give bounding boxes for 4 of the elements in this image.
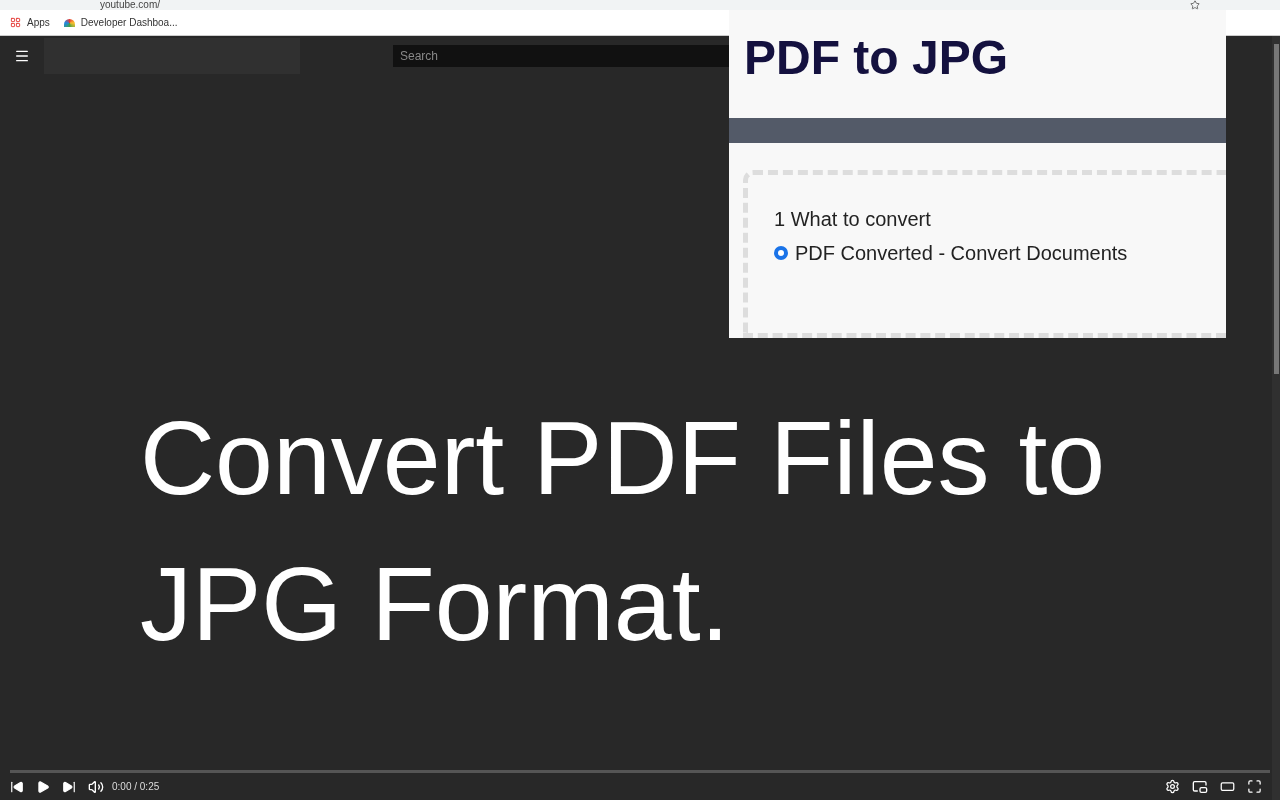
url-text: youtube.com/ [100,0,161,10]
step-heading: 1 What to convert [774,206,932,232]
time-display: 0:00 / 0:25 [112,780,160,794]
video-caption: Convert PDF Files to JPG Format. [140,399,1107,664]
